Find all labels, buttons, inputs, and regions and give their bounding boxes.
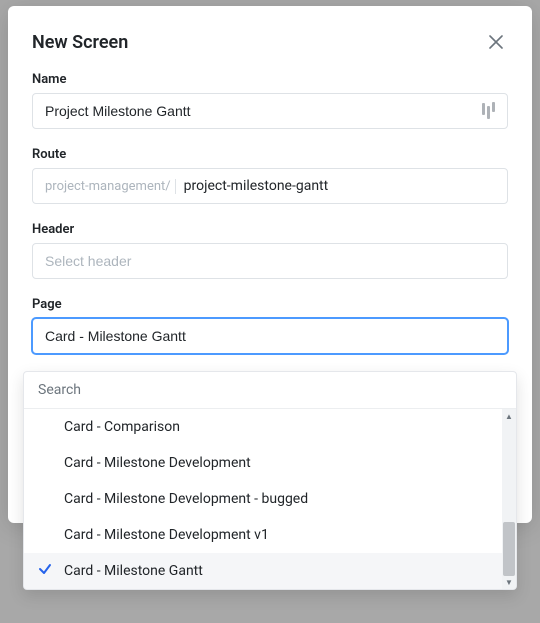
- scrollbar[interactable]: ▲ ▼: [502, 409, 516, 589]
- name-input[interactable]: [33, 94, 479, 128]
- dropdown-option[interactable]: Card - Comparison: [24, 409, 516, 445]
- close-icon: [489, 35, 503, 49]
- page-field: Page: [32, 297, 508, 354]
- header-label: Header: [32, 222, 508, 237]
- route-prefix: project-management/: [33, 179, 176, 194]
- close-button[interactable]: [484, 30, 508, 54]
- dropdown-option[interactable]: Card - Milestone Development: [24, 445, 516, 481]
- page-select[interactable]: [32, 318, 508, 354]
- dropdown-option-label: Card - Milestone Development v1: [64, 527, 269, 543]
- route-field: Route project-management/ project-milest…: [32, 147, 508, 204]
- scroll-up-arrow[interactable]: ▲: [502, 409, 516, 423]
- header-select[interactable]: [32, 243, 508, 279]
- name-label: Name: [32, 72, 508, 87]
- dropdown-option-label: Card - Milestone Gantt: [64, 563, 203, 579]
- modal-header: New Screen: [32, 30, 508, 54]
- dropdown-option-label: Card - Comparison: [64, 419, 180, 435]
- header-field: Header: [32, 222, 508, 279]
- name-input-wrap[interactable]: [32, 93, 508, 129]
- route-label: Route: [32, 147, 508, 162]
- page-input[interactable]: [33, 319, 507, 353]
- modal-title: New Screen: [32, 32, 128, 53]
- dropdown-option[interactable]: Card - Milestone Development - bugged: [24, 481, 516, 517]
- route-input[interactable]: project-milestone-gantt: [176, 169, 337, 203]
- route-input-wrap[interactable]: project-management/ project-milestone-ga…: [32, 168, 508, 204]
- page-label: Page: [32, 297, 508, 312]
- page-dropdown: Search Card - Comparison Card - Milestone…: [23, 371, 517, 590]
- dropdown-option-label: Card - Milestone Development: [64, 455, 251, 471]
- dropdown-option[interactable]: Card - Milestone Development v1: [24, 517, 516, 553]
- dropdown-search-input[interactable]: Search: [24, 372, 516, 409]
- ai-generate-icon[interactable]: [479, 102, 497, 120]
- dropdown-option-label: Card - Milestone Development - bugged: [64, 491, 308, 507]
- scroll-thumb[interactable]: [503, 522, 515, 576]
- dropdown-option[interactable]: Card - Milestone Gantt: [24, 553, 516, 589]
- name-field: Name: [32, 72, 508, 129]
- dropdown-list: Card - Comparison Card - Milestone Develo…: [24, 409, 516, 589]
- header-input[interactable]: [33, 244, 507, 278]
- scroll-down-arrow[interactable]: ▼: [502, 575, 516, 589]
- check-icon: [38, 562, 52, 580]
